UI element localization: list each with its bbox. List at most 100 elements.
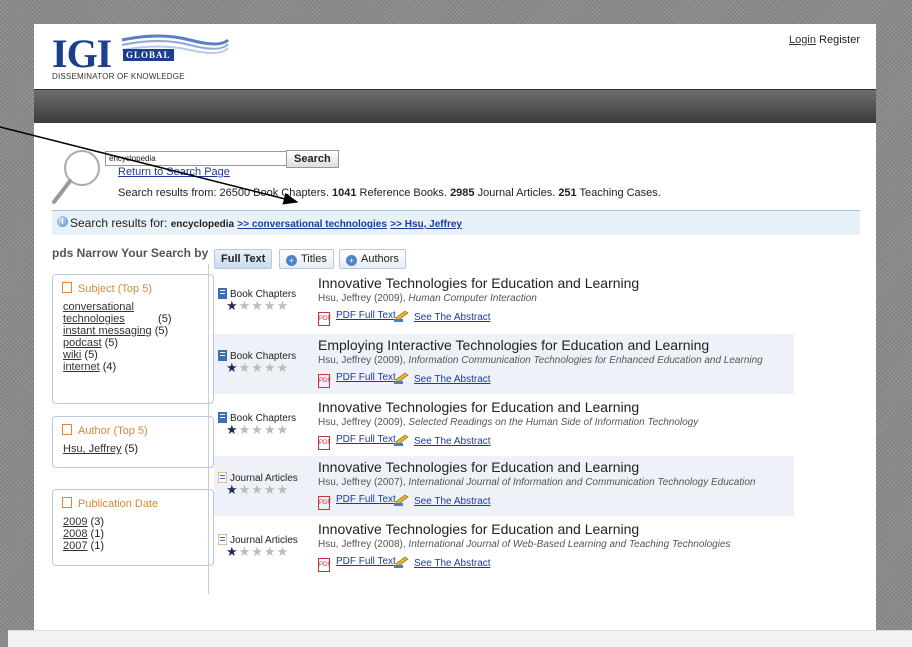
return-to-search-link[interactable]: Return to Search Page (118, 166, 230, 178)
result-title[interactable]: Innovative Technologies for Education an… (318, 459, 639, 475)
pdf-link-label[interactable]: PDF Full Text (336, 494, 396, 505)
facet-date-title: Publication Date (78, 498, 159, 510)
pencil-icon (394, 556, 409, 568)
result-author: Hsu, Jeffrey (2009), (318, 417, 409, 428)
pencil-icon (394, 434, 409, 446)
list-item: 2007 (1) (63, 540, 104, 552)
igi-global-logo[interactable]: IGI GLOBAL DISSEMINATOR OF KNOWLEDGE (50, 34, 230, 86)
abstract-link-label[interactable]: See The Abstract (414, 496, 491, 507)
result-item: Journal Articles ★★★★★ Innovative Techno… (214, 518, 794, 578)
collapse-icon (62, 424, 72, 435)
tab-authors[interactable]: + Authors (339, 249, 406, 269)
facet-link[interactable]: internet (63, 361, 100, 373)
pdf-full-text-link[interactable]: PDF PDF Full Text (318, 372, 396, 388)
abstract-link-label[interactable]: See The Abstract (414, 312, 491, 323)
info-icon: i (57, 216, 68, 227)
breadcrumb-link-author[interactable]: >> Hsu, Jeffrey (390, 219, 462, 230)
result-meta: Hsu, Jeffrey (2009), Selected Readings o… (318, 417, 698, 428)
facet-author-header[interactable]: Author (Top 5) (62, 424, 148, 437)
facet-count: (5) (81, 349, 98, 361)
narrow-search-title: pds Narrow Your Search by (52, 246, 209, 260)
rating-stars: ★★★★★ (226, 360, 290, 375)
result-item: Book Chapters ★★★★★ Employing Interactiv… (214, 334, 794, 394)
facet-link[interactable]: podcast (63, 337, 102, 349)
breadcrumb-link-subject[interactable]: >> conversational technologies (237, 219, 387, 230)
result-title[interactable]: Innovative Technologies for Education an… (318, 399, 639, 415)
facet-link[interactable]: instant messaging (63, 325, 152, 337)
pdf-link-label[interactable]: PDF Full Text (336, 434, 396, 445)
pdf-link-label[interactable]: PDF Full Text (336, 310, 396, 321)
pdf-link-label[interactable]: PDF Full Text (336, 372, 396, 383)
list-item: conversational technologies (5) (63, 301, 172, 325)
chapters-count: 26500 (219, 187, 251, 199)
search-button[interactable]: Search (286, 150, 339, 168)
chapters-label: Book Chapters. (250, 187, 333, 199)
abstract-link[interactable]: See The Abstract (394, 434, 491, 447)
login-link[interactable]: Login (789, 34, 816, 46)
facet-link[interactable]: conversational technologies (63, 301, 155, 325)
result-author: Hsu, Jeffrey (2007), (318, 477, 409, 488)
pdf-link-label[interactable]: PDF Full Text (336, 556, 396, 567)
tab-titles-label: Titles (301, 253, 327, 265)
abstract-link-label[interactable]: See The Abstract (414, 436, 491, 447)
pdf-full-text-link[interactable]: PDF PDF Full Text (318, 434, 396, 450)
facet-subject-title: Subject (Top 5) (78, 283, 152, 295)
result-source: Selected Readings on the Human Side of I… (408, 417, 699, 428)
facet-date-header[interactable]: Publication Date (62, 497, 158, 510)
result-title[interactable]: Innovative Technologies for Education an… (318, 275, 639, 291)
facet-count: (5) (101, 337, 119, 349)
result-source: Information Communication Technologies f… (408, 355, 763, 366)
pencil-icon (394, 494, 409, 506)
pdf-icon: PDF (318, 374, 331, 388)
result-title[interactable]: Employing Interactive Technologies for E… (318, 337, 709, 353)
facet-link[interactable]: wiki (63, 349, 81, 361)
abstract-link-label[interactable]: See The Abstract (414, 558, 491, 569)
list-item: instant messaging (5) (63, 325, 172, 337)
page: IGI GLOBAL DISSEMINATOR OF KNOWLEDGE Log… (34, 24, 876, 630)
facet-subject-list: conversational technologies (5) instant … (63, 301, 172, 373)
abstract-link-label[interactable]: See The Abstract (414, 374, 491, 385)
pdf-full-text-link[interactable]: PDF PDF Full Text (318, 310, 396, 326)
abstract-link[interactable]: See The Abstract (394, 494, 491, 507)
result-source: International Journal of Information and… (408, 477, 756, 488)
pdf-full-text-link[interactable]: PDF PDF Full Text (318, 556, 396, 572)
facet-subject-header[interactable]: Subject (Top 5) (62, 282, 152, 295)
result-source: Human Computer Interaction (408, 293, 537, 304)
breadcrumb-label: Search results for: (70, 216, 171, 230)
breadcrumb-term: encyclopedia (170, 219, 235, 230)
register-link[interactable]: Register (819, 34, 860, 46)
facet-count: (1) (87, 528, 104, 540)
list-item: 2009 (3) (63, 516, 104, 528)
collapse-icon (62, 282, 72, 293)
list-item: internet (4) (63, 361, 172, 373)
abstract-link[interactable]: See The Abstract (394, 372, 491, 385)
abstract-link[interactable]: See The Abstract (394, 310, 491, 323)
footer-band (8, 630, 912, 647)
tab-titles[interactable]: + Titles (279, 249, 334, 269)
tab-authors-label: Authors (361, 253, 399, 265)
facet-count: (5) (155, 313, 172, 325)
facet-author: Author (Top 5) Hsu, Jeffrey (5) (52, 416, 214, 468)
result-source: International Journal of Web-Based Learn… (408, 539, 731, 550)
pdf-icon: PDF (318, 558, 331, 572)
facet-author-title: Author (Top 5) (78, 425, 148, 437)
tab-full-text[interactable]: Full Text (214, 249, 273, 269)
facet-link[interactable]: Hsu, Jeffrey (63, 443, 122, 455)
reference-count: 1041 (332, 187, 357, 199)
cases-count: 251 (558, 187, 577, 199)
facet-link[interactable]: 2008 (63, 528, 87, 540)
column-divider (208, 264, 209, 594)
facet-date-list: 2009 (3) 2008 (1) 2007 (1) (63, 516, 104, 552)
magnifier-icon (52, 150, 100, 204)
search-input[interactable]: encyclopedia (105, 151, 289, 166)
abstract-link[interactable]: See The Abstract (394, 556, 491, 569)
facet-link[interactable]: 2009 (63, 516, 87, 528)
result-author: Hsu, Jeffrey (2008), (318, 539, 409, 550)
facet-link[interactable]: 2007 (63, 540, 87, 552)
pdf-full-text-link[interactable]: PDF PDF Full Text (318, 494, 396, 510)
result-title[interactable]: Innovative Technologies for Education an… (318, 521, 639, 537)
logo-tagline: DISSEMINATOR OF KNOWLEDGE (52, 72, 185, 81)
result-meta: Hsu, Jeffrey (2008), International Journ… (318, 539, 731, 550)
result-meta: Hsu, Jeffrey (2007), International Journ… (318, 477, 756, 488)
results-summary: Search results from: 26500 Book Chapters… (118, 187, 661, 199)
